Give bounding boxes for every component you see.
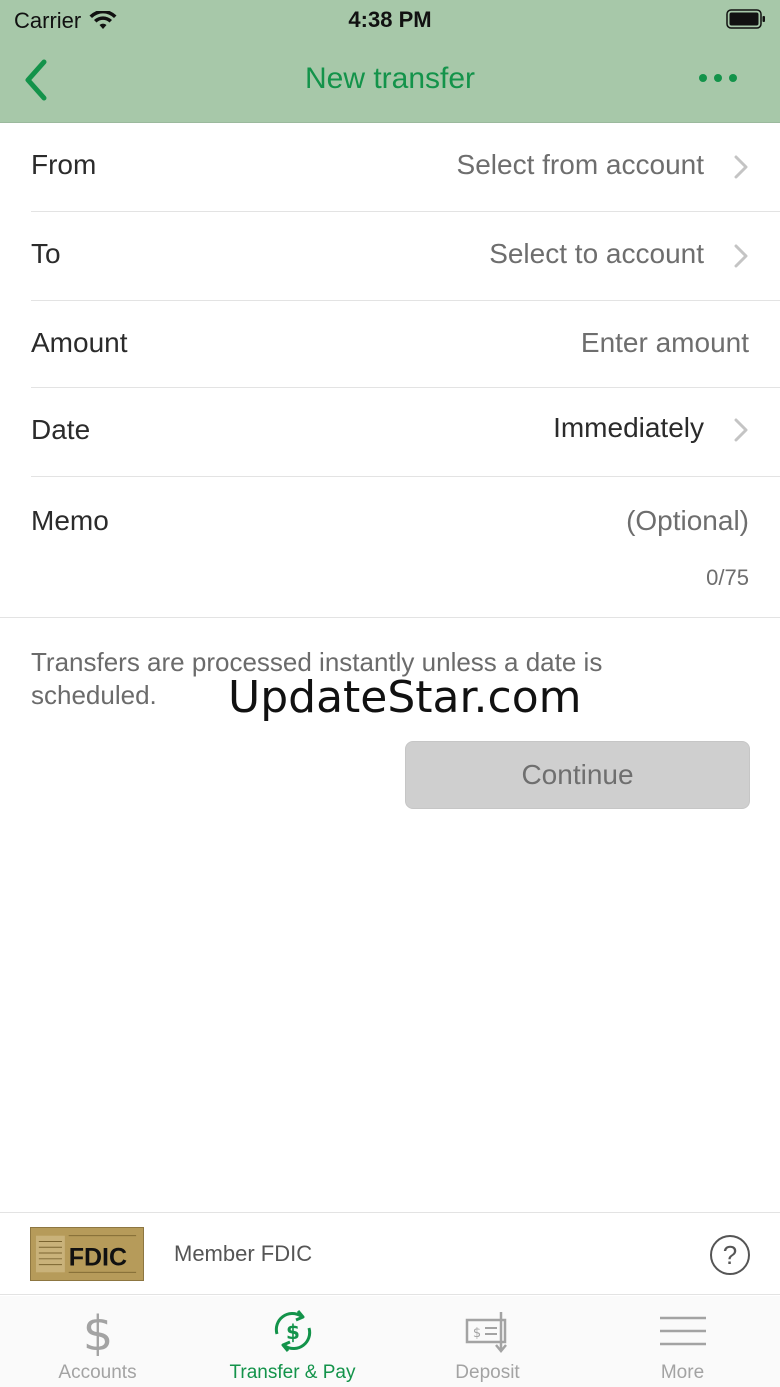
tab-deposit[interactable]: $ Deposit [390,1296,585,1387]
tab-accounts[interactable]: $ Accounts [0,1296,195,1387]
fdic-bar: FDIC Member FDIC ? [0,1212,780,1295]
from-account-row[interactable]: From Select from account [31,123,780,212]
tab-accounts-label: Accounts [58,1362,137,1383]
navigation-bar: New transfer [0,44,780,116]
to-account-value: Select to account [489,238,704,269]
svg-text:$: $ [286,1320,300,1344]
from-label: From [31,149,97,180]
chevron-right-icon [734,244,748,268]
to-label: To [31,238,61,269]
tab-more[interactable]: More [585,1296,780,1387]
status-bar: Carrier 4:38 PM [0,0,780,40]
from-account-value: Select from account [456,149,704,180]
amount-label: Amount [31,327,128,358]
page-title: New transfer [304,62,476,95]
amount-row[interactable]: Amount Enter amount [31,301,780,388]
check-deposit-icon: $ [465,1312,507,1353]
battery-icon [726,9,765,29]
svg-text:$: $ [472,1326,480,1341]
chevron-right-icon [734,155,748,179]
continue-button[interactable]: Continue [405,741,750,809]
transfer-dollar-icon: $ [274,1310,311,1352]
tab-transfer-pay-label: Transfer & Pay [229,1362,356,1383]
status-time: 4:38 PM [348,7,432,32]
fdic-logo-text: FDIC [69,1244,127,1272]
memo-char-counter: 0/75 [706,565,749,590]
help-icon[interactable]: ? [710,1235,750,1275]
watermark-text: UpdateStar.com [228,672,582,723]
date-row[interactable]: Date Immediately [31,388,780,477]
dollar-icon: $ [82,1306,113,1356]
tab-deposit-label: Deposit [455,1362,520,1383]
fdic-logo: FDIC [30,1227,144,1281]
tab-transfer-pay[interactable]: $ Transfer & Pay [195,1296,390,1387]
memo-input[interactable]: (Optional) [626,505,749,537]
amount-input[interactable]: Enter amount [581,327,749,359]
more-dots-icon[interactable] [698,68,738,88]
tab-more-label: More [660,1362,705,1383]
date-value: Immediately [553,412,704,443]
member-fdic-label: Member FDIC [174,1241,313,1266]
memo-row[interactable]: Memo (Optional) 0/75 [0,477,780,618]
memo-label: Memo [31,505,109,536]
chevron-right-icon [734,418,748,442]
tab-bar: $ Accounts $ Transfer & Pay $ Deposit Mo… [0,1296,780,1387]
to-account-row[interactable]: To Select to account [31,212,780,301]
hamburger-icon [659,1316,706,1346]
date-label: Date [31,414,91,445]
top-bar: Carrier 4:38 PM New transfer [0,0,780,123]
svg-text:$: $ [82,1306,113,1356]
